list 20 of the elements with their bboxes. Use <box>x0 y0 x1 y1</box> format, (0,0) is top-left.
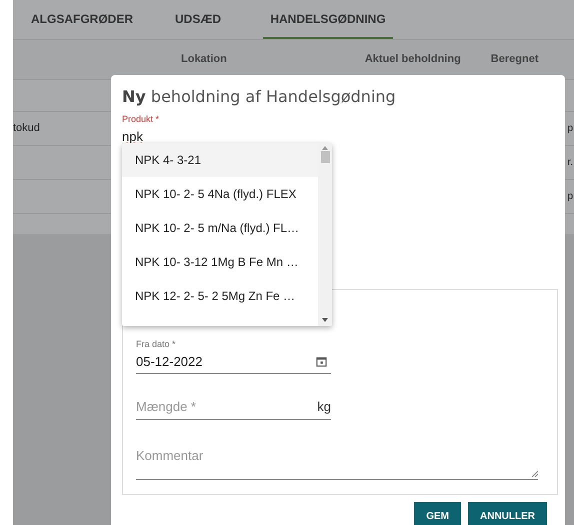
date-field[interactable]: Fra dato * 05-12-2022 <box>136 338 331 374</box>
column-header: Lokation <box>181 52 227 68</box>
dialog-title: Ny beholdning af Handelsgødning <box>122 86 397 108</box>
tab[interactable]: UDSÆD <box>133 0 263 39</box>
table-cell-text: tokud <box>13 121 40 136</box>
scroll-down-icon[interactable] <box>322 318 328 322</box>
tab[interactable]: ALGSAFGRØDER <box>13 0 133 39</box>
table-cell-text: p <box>567 190 573 204</box>
column-header: Aktuel beholdning <box>364 52 461 68</box>
amount-field[interactable]: Mængde * kg <box>136 398 331 420</box>
cancel-button[interactable]: ANNULLER <box>468 502 547 525</box>
scrollbar[interactable] <box>318 143 332 326</box>
calendar-icon[interactable] <box>316 356 327 367</box>
dropdown-option[interactable]: NPK 4- 3-21 <box>122 143 318 177</box>
table-cell-text: r. <box>567 156 573 170</box>
resize-handle-icon[interactable] <box>531 470 538 477</box>
scrollbar-thumb[interactable] <box>320 151 330 163</box>
table-cell-text: p <box>567 122 573 136</box>
save-button[interactable]: GEM <box>414 502 461 525</box>
column-header: Beregnet <box>490 52 538 68</box>
